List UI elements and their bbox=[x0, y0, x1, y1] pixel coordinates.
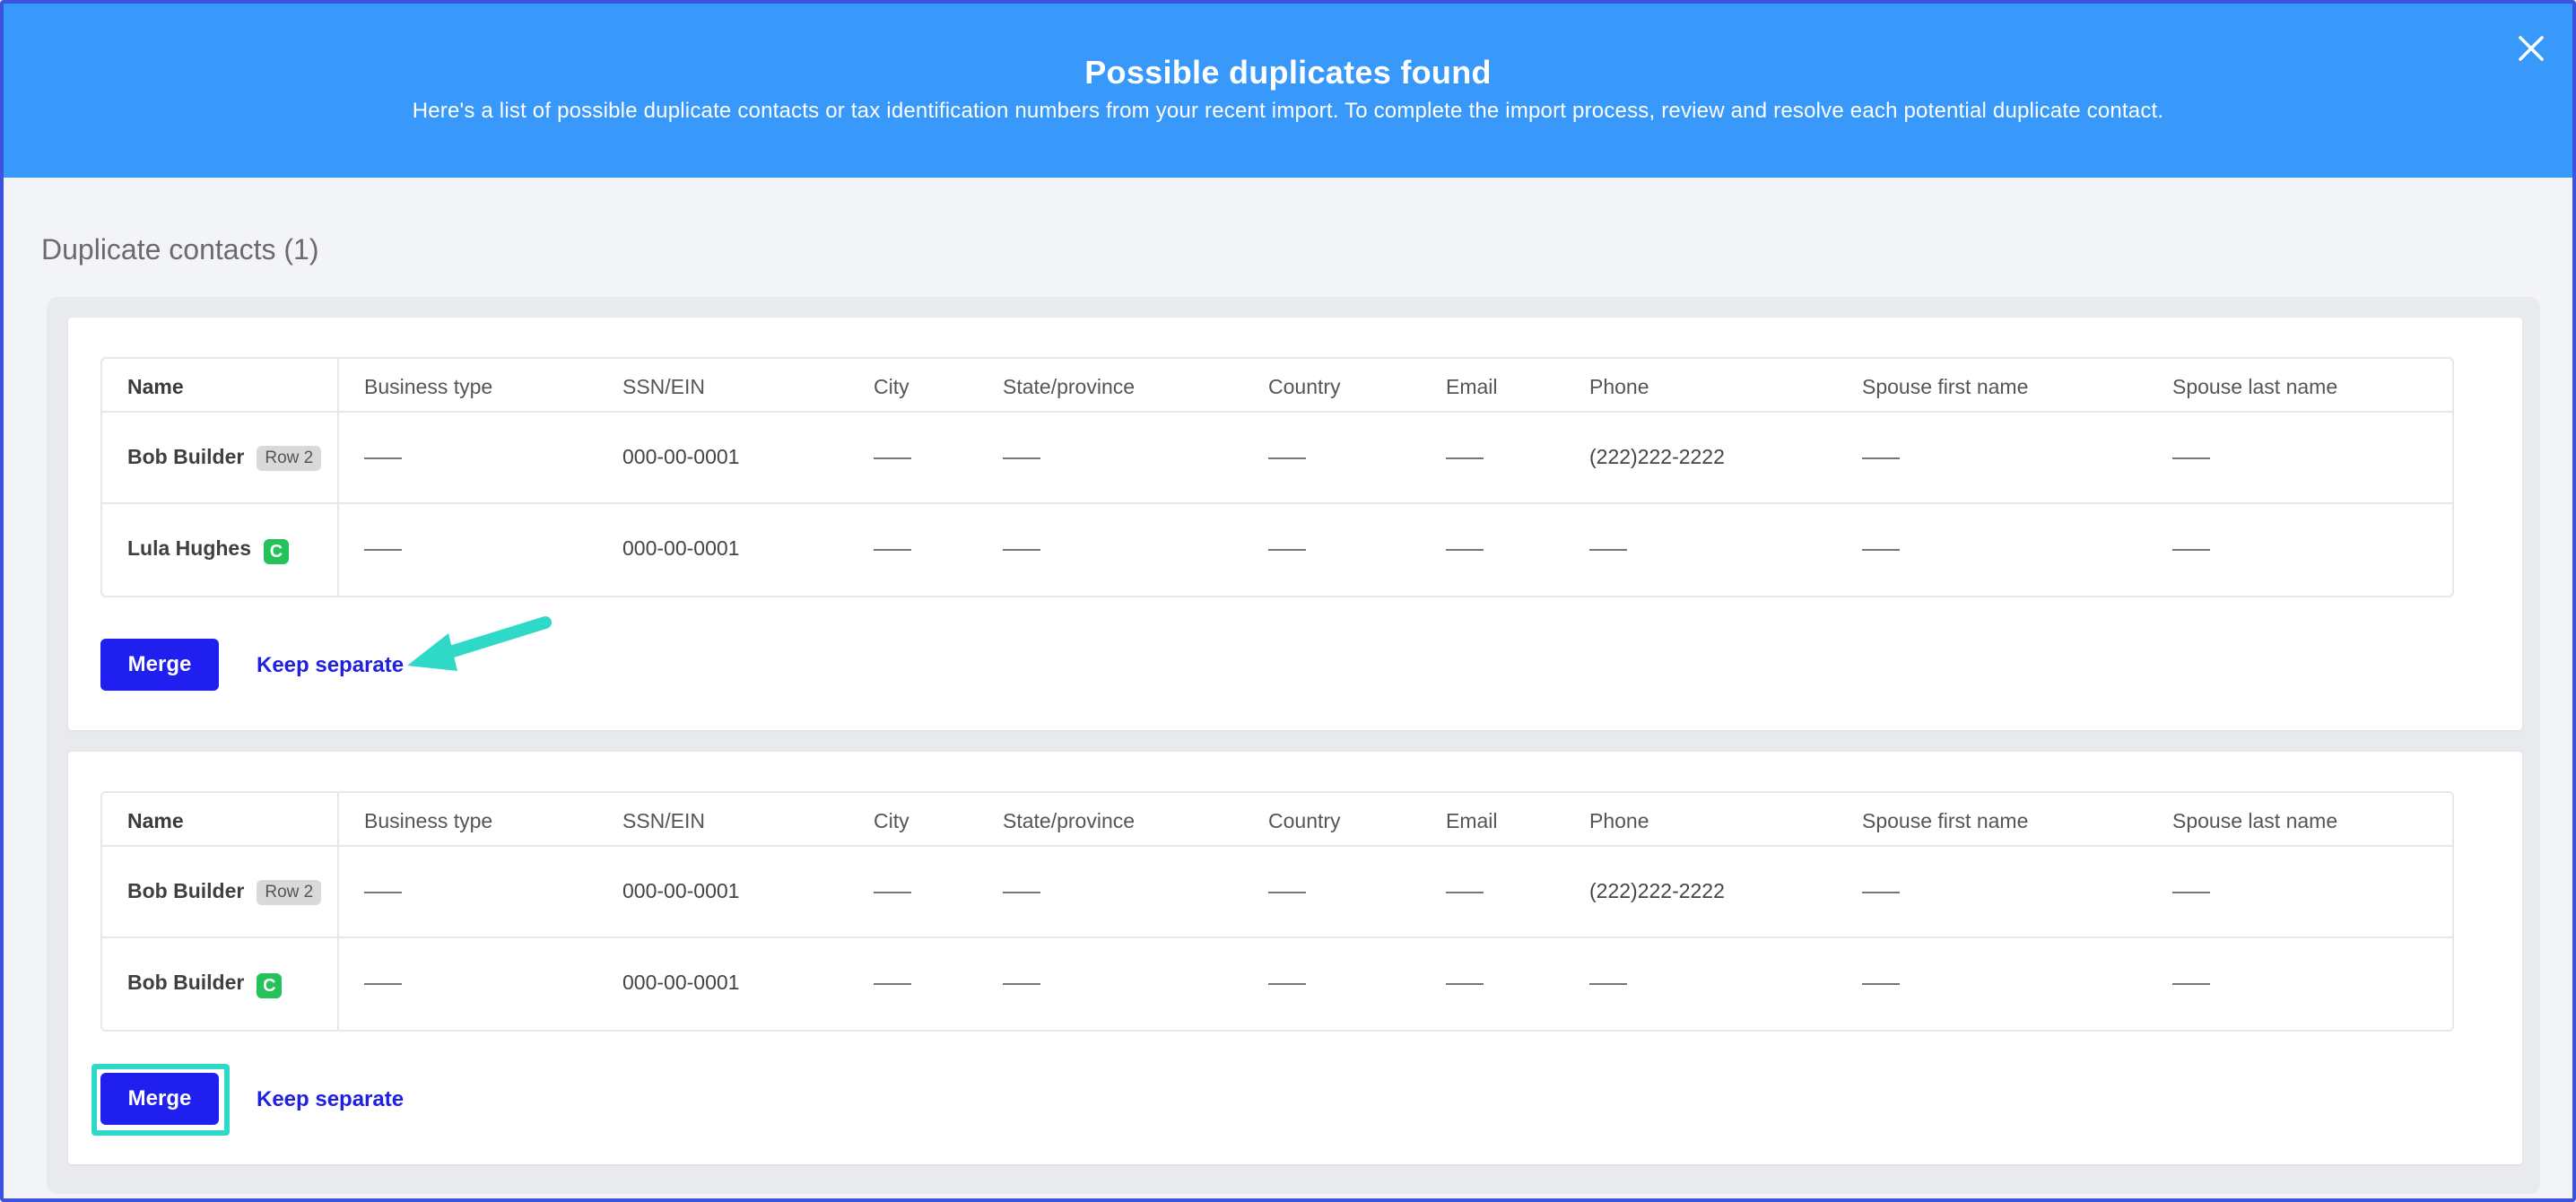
state-empty bbox=[1003, 879, 1040, 903]
city-empty bbox=[874, 879, 911, 903]
column-header-phone: Phone bbox=[1589, 809, 1649, 832]
banner-subtitle: Here's a list of possible duplicate cont… bbox=[412, 99, 2164, 123]
city-empty bbox=[874, 445, 911, 469]
country-empty bbox=[1268, 445, 1306, 469]
country-empty bbox=[1268, 971, 1306, 995]
contact-name: Bob Builder bbox=[127, 445, 245, 468]
email-empty bbox=[1446, 971, 1484, 995]
contact-badge: C bbox=[264, 539, 290, 564]
email-empty bbox=[1446, 879, 1484, 903]
column-header-city: City bbox=[874, 375, 909, 398]
column-header-spouse-first: Spouse first name bbox=[1862, 375, 2029, 398]
keep-separate-link[interactable]: Keep separate bbox=[257, 653, 404, 678]
column-header-email: Email bbox=[1446, 809, 1498, 832]
phone-value: (222)222-2222 bbox=[1589, 879, 1725, 902]
table-row: Lula Hughes C bbox=[127, 536, 290, 564]
spouse-last-empty bbox=[2172, 536, 2210, 561]
column-header-name: Name bbox=[127, 375, 184, 398]
merge-button[interactable]: Merge bbox=[100, 639, 219, 691]
spouse-last-empty bbox=[2172, 445, 2210, 469]
page-frame: Possible duplicates found Here's a list … bbox=[0, 0, 2576, 1202]
column-header-country: Country bbox=[1268, 809, 1341, 832]
ssn-value: 000-00-0001 bbox=[622, 879, 740, 902]
spouse-first-empty bbox=[1862, 971, 1900, 995]
contact-name: Bob Builder bbox=[127, 879, 245, 902]
section-title: Duplicate contacts (1) bbox=[41, 233, 319, 266]
contact-name: Lula Hughes bbox=[127, 536, 252, 560]
business-type-empty bbox=[364, 536, 402, 561]
column-header-business-type: Business type bbox=[364, 809, 493, 832]
column-header-country: Country bbox=[1268, 375, 1341, 398]
duplicate-group-1: Name Business type SSN/EIN City State/pr… bbox=[68, 318, 2522, 730]
business-type-empty bbox=[364, 879, 402, 903]
column-header-email: Email bbox=[1446, 375, 1498, 398]
column-header-ssn: SSN/EIN bbox=[622, 375, 706, 398]
ssn-value: 000-00-0001 bbox=[622, 971, 740, 994]
column-header-city: City bbox=[874, 809, 909, 832]
banner-title: Possible duplicates found bbox=[1084, 54, 1492, 91]
close-icon[interactable] bbox=[2513, 30, 2549, 66]
state-empty bbox=[1003, 971, 1040, 995]
email-empty bbox=[1446, 536, 1484, 561]
spouse-first-empty bbox=[1862, 536, 1900, 561]
contact-badge: C bbox=[257, 973, 283, 998]
email-empty bbox=[1446, 445, 1484, 469]
duplicate-table-2: Name Business type SSN/EIN City State/pr… bbox=[100, 791, 2454, 1032]
table-row: Bob Builder C bbox=[127, 971, 283, 998]
column-header-spouse-last: Spouse last name bbox=[2172, 375, 2338, 398]
column-header-name: Name bbox=[127, 809, 184, 832]
column-header-phone: Phone bbox=[1589, 375, 1649, 398]
row-badge: Row 2 bbox=[257, 880, 322, 905]
phone-empty bbox=[1589, 536, 1627, 561]
column-header-spouse-last: Spouse last name bbox=[2172, 809, 2338, 832]
keep-separate-link[interactable]: Keep separate bbox=[257, 1087, 404, 1112]
column-header-state: State/province bbox=[1003, 809, 1136, 832]
state-empty bbox=[1003, 536, 1040, 561]
table-row: Bob Builder Row 2 bbox=[127, 879, 322, 905]
spouse-last-empty bbox=[2172, 879, 2210, 903]
row-badge: Row 2 bbox=[257, 446, 322, 471]
merge-button[interactable]: Merge bbox=[100, 1073, 219, 1125]
business-type-empty bbox=[364, 971, 402, 995]
state-empty bbox=[1003, 445, 1040, 469]
column-header-ssn: SSN/EIN bbox=[622, 809, 706, 832]
ssn-value: 000-00-0001 bbox=[622, 536, 740, 560]
spouse-first-empty bbox=[1862, 879, 1900, 903]
phone-empty bbox=[1589, 971, 1627, 995]
duplicates-banner: Possible duplicates found Here's a list … bbox=[4, 4, 2572, 178]
phone-value: (222)222-2222 bbox=[1589, 445, 1725, 468]
table-row: Bob Builder Row 2 bbox=[127, 445, 322, 471]
duplicate-table-1: Name Business type SSN/EIN City State/pr… bbox=[100, 357, 2454, 597]
column-header-spouse-first: Spouse first name bbox=[1862, 809, 2029, 832]
spouse-first-empty bbox=[1862, 445, 1900, 469]
country-empty bbox=[1268, 536, 1306, 561]
city-empty bbox=[874, 971, 911, 995]
ssn-value: 000-00-0001 bbox=[622, 445, 740, 468]
business-type-empty bbox=[364, 445, 402, 469]
column-header-state: State/province bbox=[1003, 375, 1136, 398]
column-header-business-type: Business type bbox=[364, 375, 493, 398]
country-empty bbox=[1268, 879, 1306, 903]
spouse-last-empty bbox=[2172, 971, 2210, 995]
duplicate-group-2: Name Business type SSN/EIN City State/pr… bbox=[68, 752, 2522, 1164]
city-empty bbox=[874, 536, 911, 561]
contact-name: Bob Builder bbox=[127, 971, 245, 994]
